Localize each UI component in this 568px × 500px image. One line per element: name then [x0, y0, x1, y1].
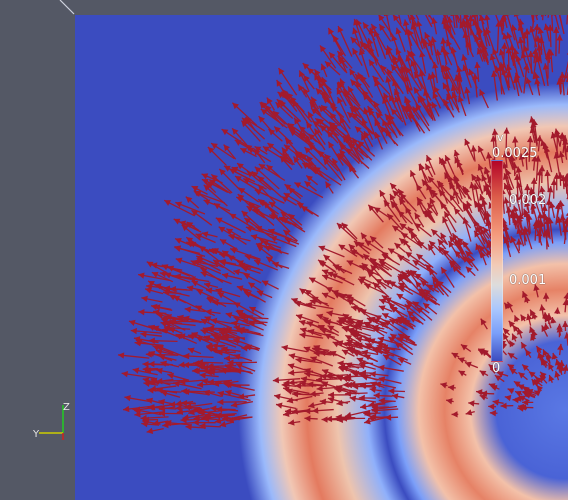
axis-y-label: Y: [32, 429, 40, 440]
axis-z-label: Z: [63, 402, 70, 413]
orientation-axes-widget: Z Y: [32, 402, 70, 440]
color-legend-min-label: 0: [492, 361, 501, 376]
color-legend-title: v: [497, 131, 504, 144]
color-legend-tick-label: 0.001: [509, 273, 547, 288]
color-legend-tick-label: 0.002: [509, 193, 547, 208]
color-legend-max-label: 0.0025: [492, 146, 538, 161]
viewport-corner: [75, 15, 150, 30]
color-legend-bar: [491, 160, 503, 362]
